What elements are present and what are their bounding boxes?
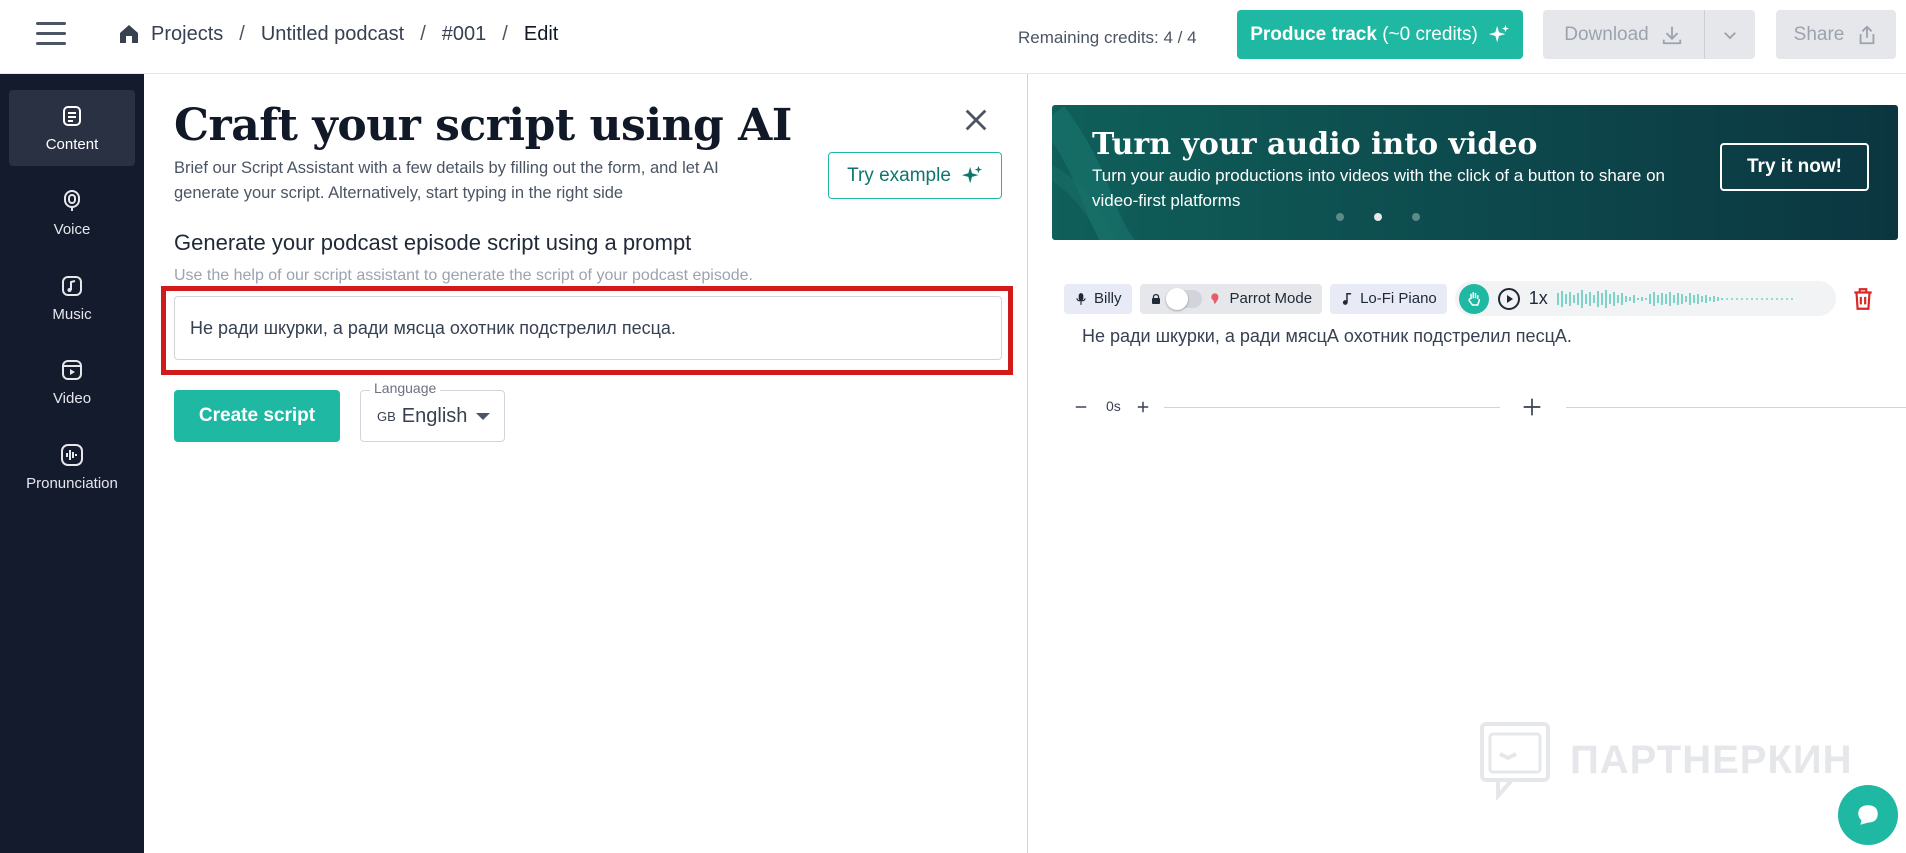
- parrot-mode-chip[interactable]: Parrot Mode: [1139, 283, 1323, 314]
- create-script-button[interactable]: Create script: [174, 390, 340, 442]
- download-icon: [1662, 26, 1681, 44]
- script-text[interactable]: Не ради шкурки, а ради мясцА охотник под…: [1082, 326, 1572, 347]
- sidebar: Content Voice Music Video Pronunciation: [0, 74, 144, 853]
- parrot-mode-toggle[interactable]: [1165, 287, 1202, 310]
- music-chip[interactable]: Lo-Fi Piano: [1330, 283, 1447, 314]
- language-label: Language: [370, 380, 441, 396]
- play-icon[interactable]: [1497, 287, 1521, 311]
- add-block-icon[interactable]: [1522, 397, 1542, 417]
- sidebar-item-video[interactable]: Video: [9, 344, 135, 420]
- trash-icon[interactable]: [1850, 286, 1876, 312]
- watermark: ПАРТНЕРКИН: [1478, 720, 1853, 800]
- watermark-logo: [1480, 722, 1550, 800]
- sidebar-item-music[interactable]: Music: [9, 260, 135, 336]
- produce-track-button[interactable]: Produce track (~0 credits): [1237, 10, 1523, 59]
- parrot-icon: [1210, 292, 1218, 304]
- prompt-subheading: Use the help of our script assistant to …: [174, 267, 753, 284]
- music-note-icon: [62, 275, 82, 296]
- breadcrumb-current: Edit: [523, 22, 559, 45]
- prompt-heading: Generate your podcast episode script usi…: [174, 230, 692, 255]
- content-icon: [63, 105, 81, 126]
- parrot-mode-label: Parrot Mode: [1229, 290, 1313, 307]
- timeline-controls: 0s: [1072, 396, 1906, 418]
- dropdown-arrow-icon: [476, 413, 490, 420]
- video-icon: [62, 359, 82, 380]
- timeline-divider: [1164, 407, 1500, 408]
- flag-icon: GB: [377, 408, 396, 424]
- download-button[interactable]: Download: [1543, 10, 1705, 59]
- breadcrumb: Projects / Untitled podcast / #001 / Edi…: [117, 22, 558, 46]
- watermark-text: ПАРТНЕРКИН: [1570, 737, 1853, 782]
- sidebar-item-voice[interactable]: Voice: [9, 175, 135, 251]
- plus-icon[interactable]: [1136, 400, 1150, 414]
- top-bar: Projects / Untitled podcast / #001 / Edi…: [0, 0, 1906, 74]
- sidebar-item-content[interactable]: Content: [9, 90, 135, 166]
- share-button[interactable]: Share: [1776, 10, 1896, 59]
- microphone-icon: [1076, 292, 1086, 305]
- breadcrumb-projects[interactable]: Projects: [151, 23, 223, 46]
- playback-speed[interactable]: 1x: [1529, 288, 1548, 309]
- sidebar-item-label: Video: [52, 389, 92, 407]
- share-label: Share: [1793, 23, 1845, 45]
- lock-icon: [1151, 293, 1160, 304]
- language-select[interactable]: GB English: [360, 390, 505, 442]
- carousel-dot[interactable]: [1336, 213, 1344, 221]
- sparkle-icon: [1488, 24, 1509, 42]
- try-example-label: Try example: [847, 164, 951, 186]
- sidebar-item-pronunciation[interactable]: Pronunciation: [9, 429, 135, 505]
- breadcrumb-separator: /: [420, 22, 426, 45]
- audio-player: 1x: [1454, 281, 1836, 316]
- sidebar-item-label: Content: [45, 135, 99, 153]
- chat-icon: [1858, 805, 1878, 825]
- chevron-down-icon: [1724, 31, 1736, 39]
- try-it-now-button[interactable]: Try it now!: [1720, 143, 1869, 191]
- download-button-group: Download: [1543, 10, 1755, 59]
- breadcrumb-episode[interactable]: #001: [442, 23, 487, 46]
- promo-banner: Turn your audio into video Turn your aud…: [1052, 105, 1898, 240]
- sparkle-icon: [961, 165, 982, 183]
- hand-icon[interactable]: [1458, 283, 1489, 314]
- produce-label: Produce track: [1250, 23, 1377, 45]
- script-assistant-panel: Craft your script using AI Brief our Scr…: [144, 74, 1028, 853]
- banner-title: Turn your audio into video: [1092, 127, 1538, 162]
- breadcrumb-podcast[interactable]: Untitled podcast: [261, 23, 404, 46]
- banner-text: Turn your audio productions into videos …: [1092, 166, 1665, 210]
- music-note-icon: [1342, 292, 1352, 305]
- try-example-button[interactable]: Try example: [828, 152, 1002, 199]
- home-icon[interactable]: [117, 22, 141, 46]
- microphone-icon: [64, 189, 80, 211]
- language-value: English: [401, 404, 468, 427]
- share-icon: [1860, 24, 1875, 44]
- sidebar-item-label: Voice: [53, 220, 91, 238]
- sidebar-item-label: Pronunciation: [26, 474, 118, 492]
- chat-button[interactable]: [1838, 785, 1898, 845]
- pause-duration: 0s: [1106, 398, 1121, 414]
- voice-chip[interactable]: Billy: [1064, 283, 1132, 314]
- timeline-divider: [1566, 407, 1906, 408]
- prompt-input[interactable]: Не ради шкурки, а ради мясца охотник под…: [174, 296, 1002, 360]
- minus-icon[interactable]: [1074, 400, 1088, 414]
- audio-waveform: [1556, 289, 1794, 308]
- breadcrumb-separator: /: [502, 22, 508, 45]
- carousel-dot[interactable]: [1412, 213, 1420, 221]
- menu-icon[interactable]: [36, 22, 66, 46]
- download-options-button[interactable]: [1705, 26, 1755, 44]
- carousel-dot-active[interactable]: [1374, 213, 1382, 221]
- breadcrumb-separator: /: [239, 22, 245, 45]
- track-controls: Billy Parrot Mode Lo-Fi Piano 1x: [1064, 281, 1876, 316]
- credits-text: Remaining credits: 4 / 4: [1018, 28, 1197, 47]
- sidebar-item-label: Music: [52, 305, 92, 323]
- panel-title: Craft your script using AI: [174, 100, 792, 151]
- produce-credits-label: (~0 credits): [1376, 23, 1478, 45]
- waveform-icon: [61, 443, 83, 466]
- music-name: Lo-Fi Piano: [1360, 290, 1437, 307]
- voice-name: Billy: [1094, 290, 1122, 307]
- download-label: Download: [1564, 23, 1649, 45]
- panel-description: Brief our Script Assistant with a few de…: [174, 159, 719, 202]
- close-icon[interactable]: [962, 106, 990, 134]
